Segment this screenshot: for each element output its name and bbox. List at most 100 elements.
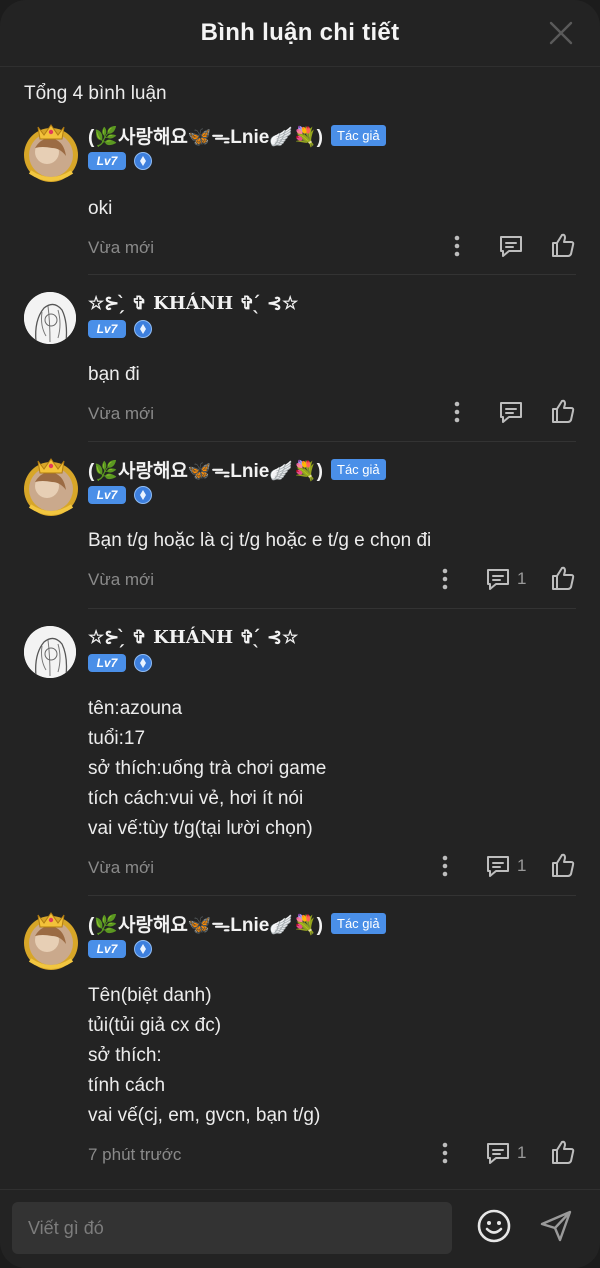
emoji-button[interactable] — [476, 1208, 512, 1249]
level-badge: Lv7 — [88, 940, 126, 958]
reply-comment-icon — [487, 569, 509, 590]
more-options-button[interactable] — [448, 234, 466, 258]
name-row: ☆⊱ ̗̀ ✞ KHÁNH ✞ ̖́ ⊰☆ — [88, 290, 298, 316]
avatar[interactable] — [24, 292, 76, 344]
avatar[interactable] — [24, 626, 76, 678]
comment-text: Bạn t/g hoặc là cj t/g hoặc e t/g e chọn… — [88, 530, 432, 551]
level-badge: Lv7 — [88, 654, 126, 672]
thumbs-up-icon — [552, 1140, 575, 1164]
more-vertical-icon — [442, 855, 448, 877]
like-button[interactable] — [550, 398, 576, 424]
avatar-sketch-icon — [24, 626, 76, 678]
author-badge: Tác giả — [331, 458, 386, 480]
reply-comment-icon — [500, 236, 522, 257]
username[interactable]: ☆⊱ ̗̀ ✞ KHÁNH ✞ ̖́ ⊰☆ — [88, 293, 298, 314]
smiley-icon — [477, 1209, 511, 1243]
name-row: (🌿사랑해요🦋ᯓLnie🪽💐) Tác giả — [88, 910, 386, 936]
reply-button[interactable]: 1 — [485, 566, 526, 592]
reply-button[interactable]: 1 — [485, 1140, 526, 1166]
avatar[interactable] — [20, 910, 82, 972]
badge-row: Lv7 — [88, 940, 152, 958]
username[interactable]: (🌿사랑해요🦋ᯓLnie🪽💐) — [88, 456, 323, 483]
reply-count: 1 — [517, 856, 527, 875]
username[interactable]: ☆⊱ ̗̀ ✞ KHÁNH ✞ ̖́ ⊰☆ — [88, 627, 298, 648]
divider — [88, 608, 576, 609]
more-vertical-icon — [454, 401, 460, 423]
divider — [88, 895, 576, 896]
reply-comment-icon — [487, 1143, 509, 1164]
divider — [88, 441, 576, 442]
page-title: Bình luận chi tiết — [200, 19, 400, 46]
medal-icon — [134, 320, 152, 338]
comment-panel: Bình luận chi tiết Tổng 4 bình luận (🌿사랑… — [0, 0, 600, 1268]
badge-row: Lv7 — [88, 152, 152, 170]
avatar[interactable] — [20, 456, 82, 518]
reply-comment-icon — [500, 402, 522, 423]
author-badge: Tác giả — [331, 912, 386, 934]
comment-time: Vừa mới — [88, 238, 154, 257]
avatar[interactable] — [20, 122, 82, 184]
comment-text: bạn đi — [88, 364, 140, 385]
close-button[interactable] — [548, 20, 574, 46]
medal-icon — [134, 486, 152, 504]
avatar-crown-frame-icon — [24, 124, 78, 182]
name-row: (🌿사랑해요🦋ᯓLnie🪽💐) Tác giả — [88, 456, 386, 482]
send-button[interactable] — [538, 1208, 574, 1249]
more-options-button[interactable] — [436, 854, 454, 878]
thumbs-up-icon — [552, 853, 575, 877]
more-vertical-icon — [442, 568, 448, 590]
comment-item: (🌿사랑해요🦋ᯓLnie🪽💐) Tác giả Lv7 Tên(biệt dan… — [0, 910, 600, 1182]
reply-count: 1 — [517, 569, 527, 588]
avatar-crown-frame-icon — [24, 912, 78, 970]
medal-icon — [134, 654, 152, 672]
more-options-button[interactable] — [448, 400, 466, 424]
comment-item: (🌿사랑해요🦋ᯓLnie🪽💐) Tác giả Lv7 oki Vừa mới — [0, 122, 600, 276]
more-options-button[interactable] — [436, 567, 454, 591]
send-icon — [540, 1210, 572, 1242]
comment-item: ☆⊱ ̗̀ ✞ KHÁNH ✞ ̖́ ⊰☆ Lv7 bạn đi Vừa mới — [0, 290, 600, 440]
badge-row: Lv7 — [88, 320, 152, 338]
avatar-sketch-icon — [24, 292, 76, 344]
medal-icon — [134, 152, 152, 170]
comment-time: Vừa mới — [88, 570, 154, 589]
divider — [88, 274, 576, 275]
comment-count: Tổng 4 bình luận — [24, 83, 167, 104]
medal-icon — [134, 940, 152, 958]
like-button[interactable] — [550, 232, 576, 258]
comment-text: oki — [88, 198, 113, 219]
comment-input[interactable] — [12, 1202, 452, 1254]
comment-item: ☆⊱ ̗̀ ✞ KHÁNH ✞ ̖́ ⊰☆ Lv7 tên:azouna tuổ… — [0, 624, 600, 894]
reply-count: 1 — [517, 1143, 527, 1162]
comment-item: (🌿사랑해요🦋ᯓLnie🪽💐) Tác giả Lv7 Bạn t/g hoặc… — [0, 456, 600, 606]
reply-button[interactable] — [498, 399, 524, 425]
more-vertical-icon — [442, 1142, 448, 1164]
username[interactable]: (🌿사랑해요🦋ᯓLnie🪽💐) — [88, 910, 323, 937]
level-badge: Lv7 — [88, 152, 126, 170]
thumbs-up-icon — [552, 566, 575, 590]
reply-button[interactable] — [498, 233, 524, 259]
comment-time: Vừa mới — [88, 404, 154, 423]
name-row: (🌿사랑해요🦋ᯓLnie🪽💐) Tác giả — [88, 122, 386, 148]
level-badge: Lv7 — [88, 486, 126, 504]
thumbs-up-icon — [552, 399, 575, 423]
comment-text: Tên(biệt danh) tủi(tủi giả cx đc) sở thí… — [88, 985, 321, 1126]
like-button[interactable] — [550, 1139, 576, 1165]
close-icon — [549, 21, 573, 45]
comment-time: Vừa mới — [88, 858, 154, 877]
like-button[interactable] — [550, 565, 576, 591]
name-row: ☆⊱ ̗̀ ✞ KHÁNH ✞ ̖́ ⊰☆ — [88, 624, 298, 650]
badge-row: Lv7 — [88, 654, 152, 672]
more-options-button[interactable] — [436, 1141, 454, 1165]
like-button[interactable] — [550, 852, 576, 878]
level-badge: Lv7 — [88, 320, 126, 338]
reply-button[interactable]: 1 — [485, 853, 526, 879]
reply-comment-icon — [487, 856, 509, 877]
panel-header: Bình luận chi tiết — [0, 0, 600, 67]
avatar-crown-frame-icon — [24, 458, 78, 516]
comment-time: 7 phút trước — [88, 1145, 182, 1164]
more-vertical-icon — [454, 235, 460, 257]
username[interactable]: (🌿사랑해요🦋ᯓLnie🪽💐) — [88, 122, 323, 149]
comment-composer — [0, 1189, 600, 1268]
thumbs-up-icon — [552, 233, 575, 257]
author-badge: Tác giả — [331, 124, 386, 146]
